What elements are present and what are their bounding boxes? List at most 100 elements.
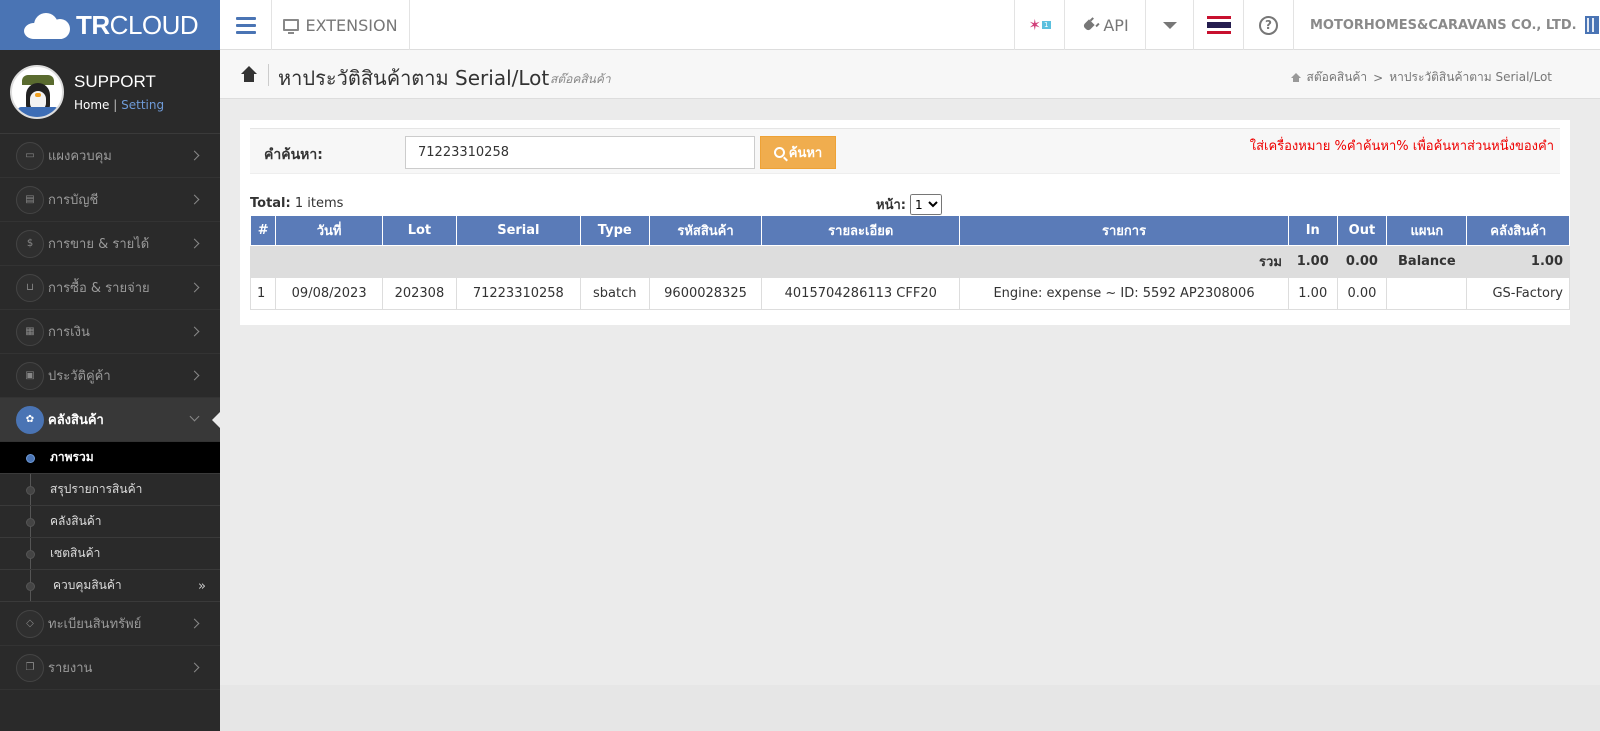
cell-in: 1.00 [1287, 277, 1338, 310]
sidebar-item-label: ประวัติคู่ค้า [48, 369, 111, 384]
cell-date: 09/08/2023 [275, 277, 383, 310]
column-header[interactable]: วันที่ [275, 215, 383, 246]
column-header[interactable]: รายการ [959, 215, 1289, 246]
breadcrumb-link[interactable]: สต๊อคสินค้า [1307, 68, 1368, 87]
company-name: MOTORHOMES&CARAVANS CO., LTD. [1310, 17, 1577, 33]
column-header[interactable]: แผนก [1386, 215, 1468, 246]
chevron-right-icon [189, 150, 200, 161]
sidebar-item-label: รายงาน [48, 661, 93, 676]
breadcrumb-current: หาประวัติสินค้าตาม Serial/Lot [1389, 70, 1552, 84]
party-icon: ✶ [1028, 16, 1042, 34]
total-count: Total: 1 items [250, 196, 344, 211]
submenu-item-summary[interactable]: สรุปรายการสินค้า [0, 474, 220, 506]
inventory-submenu: ภาพรวม สรุปรายการสินค้า คลังสินค้า เซตสิ… [0, 442, 220, 602]
search-form: คำค้นหา: ค้นหา ใส่เครื่องหมาย %คำค้นหา% … [250, 128, 1560, 174]
brand-logo[interactable]: TRCLOUD [0, 0, 220, 50]
plug-icon [1078, 14, 1101, 37]
double-chevron-right-icon: » [198, 579, 206, 594]
cell-out: 0.00 [1336, 277, 1388, 310]
api-button[interactable]: API [1064, 0, 1145, 50]
profile-name: SUPPORT [74, 71, 156, 91]
language-button[interactable] [1193, 0, 1243, 50]
column-header[interactable]: # [249, 215, 277, 246]
cell-detail: 4015704286113 CFF20 [761, 277, 961, 310]
bullet-icon [26, 454, 35, 463]
book-icon: ▤ [16, 185, 44, 214]
brand-name: TRCLOUD [76, 9, 199, 40]
sidebar-item-accounting[interactable]: ▤ การบัญชี [0, 178, 220, 222]
cell-lot: 202308 [381, 277, 457, 310]
pagination: หน้า: 1 [876, 194, 942, 215]
submenu-item-label: ภาพรวม [50, 450, 94, 464]
sidebar: SUPPORT Home | Setting ▭ แผงควบคุม ▤ การ… [0, 50, 220, 731]
copy-icon: ❐ [16, 653, 44, 682]
setting-link[interactable]: Setting [121, 98, 164, 112]
home-icon[interactable] [1290, 73, 1301, 82]
footer [220, 685, 1600, 731]
cell-product-code: 9600028325 [648, 277, 763, 310]
cell-transaction[interactable]: Engine: expense ~ ID: 5592 AP2308006 [959, 277, 1289, 310]
page-subtitle: สต๊อคสินค้า [550, 72, 611, 86]
cell-dept [1386, 277, 1468, 310]
cubes-icon: ✿ [16, 405, 44, 434]
cart-icon: ⊔ [16, 273, 44, 302]
submenu-item-stock-control[interactable]: ควบคุมสินค้า » [0, 570, 220, 602]
sidebar-item-label: แผงควบคุม [48, 149, 112, 164]
column-header[interactable]: Lot [381, 215, 457, 246]
column-header[interactable]: รายละเอียด [761, 215, 961, 246]
sidebar-item-sales[interactable]: $ การขาย & รายได้ [0, 222, 220, 266]
chevron-right-icon [189, 326, 200, 337]
sidebar-item-contacts[interactable]: ▣ ประวัติคู่ค้า [0, 354, 220, 398]
monitor-icon: ▭ [16, 141, 44, 170]
sidebar-item-inventory[interactable]: ✿ คลังสินค้า [0, 398, 220, 442]
breadcrumb-separator: > [1373, 70, 1384, 85]
calendar-icon: ▦ [16, 317, 44, 346]
profile-link-separator: | [113, 97, 118, 112]
home-link[interactable]: Home [74, 98, 109, 112]
page-header: หาประวัติสินค้าตาม Serial/Lot สต๊อคสินค้… [220, 50, 1600, 99]
column-header[interactable]: Out [1336, 215, 1388, 246]
cell-warehouse: GS-Factory [1466, 277, 1570, 310]
avatar[interactable] [10, 64, 64, 119]
cell-type: sbatch [579, 277, 650, 310]
sidebar-item-assets[interactable]: ◇ ทะเบียนสินทรัพย์ [0, 602, 220, 646]
extension-button[interactable]: EXTENSION [272, 0, 410, 50]
question-icon: ? [1259, 15, 1278, 35]
table-header-row: # วันที่ Lot Serial Type รหัสสินค้า รายล… [249, 215, 1570, 246]
sidebar-item-reports[interactable]: ❐ รายงาน [0, 646, 220, 690]
contact-icon: ▣ [16, 361, 44, 390]
column-header[interactable]: In [1287, 215, 1338, 246]
help-button[interactable]: ? [1243, 0, 1293, 50]
dropdown-button[interactable] [1145, 0, 1193, 50]
sidebar-item-finance[interactable]: ▦ การเงิน [0, 310, 220, 354]
api-label: API [1103, 15, 1129, 35]
sidebar-item-dashboard[interactable]: ▭ แผงควบคุม [0, 134, 220, 178]
notification-button[interactable]: ✶ 1 [1014, 0, 1064, 50]
home-icon[interactable] [240, 66, 258, 82]
sidebar-item-label: การซื้อ & รายจ่าย [48, 281, 150, 296]
column-header[interactable]: Type [579, 215, 650, 246]
sidebar-item-purchases[interactable]: ⊔ การซื้อ & รายจ่าย [0, 266, 220, 310]
column-header[interactable]: Serial [455, 215, 581, 246]
monitor-icon [283, 19, 300, 34]
submenu-item-product-set[interactable]: เซตสินค้า [0, 538, 220, 570]
company-selector[interactable]: MOTORHOMES&CARAVANS CO., LTD. [1293, 0, 1600, 50]
sidebar-item-label: การบัญชี [48, 193, 99, 208]
page-select[interactable]: 1 [909, 194, 942, 215]
column-header[interactable]: คลังสินค้า [1466, 215, 1570, 246]
summary-dept: Balance [1386, 245, 1468, 278]
search-input[interactable] [405, 136, 755, 169]
notification-badge: 1 [1042, 21, 1051, 29]
submenu-item-overview[interactable]: ภาพรวม [0, 442, 220, 474]
search-button[interactable]: ค้นหา [760, 136, 836, 169]
user-profile: SUPPORT Home | Setting [0, 50, 220, 134]
bullet-icon [26, 518, 35, 527]
chevron-right-icon [189, 618, 200, 629]
column-header[interactable]: รหัสสินค้า [648, 215, 763, 246]
results-table: # วันที่ Lot Serial Type รหัสสินค้า รายล… [249, 215, 1570, 310]
cloud-icon [24, 11, 72, 39]
submenu-item-warehouse[interactable]: คลังสินค้า [0, 506, 220, 538]
building-icon [1584, 16, 1599, 34]
table-row[interactable]: 1 09/08/2023 202308 71223310258 sbatch 9… [249, 277, 1570, 310]
menu-toggle-button[interactable] [220, 0, 272, 50]
